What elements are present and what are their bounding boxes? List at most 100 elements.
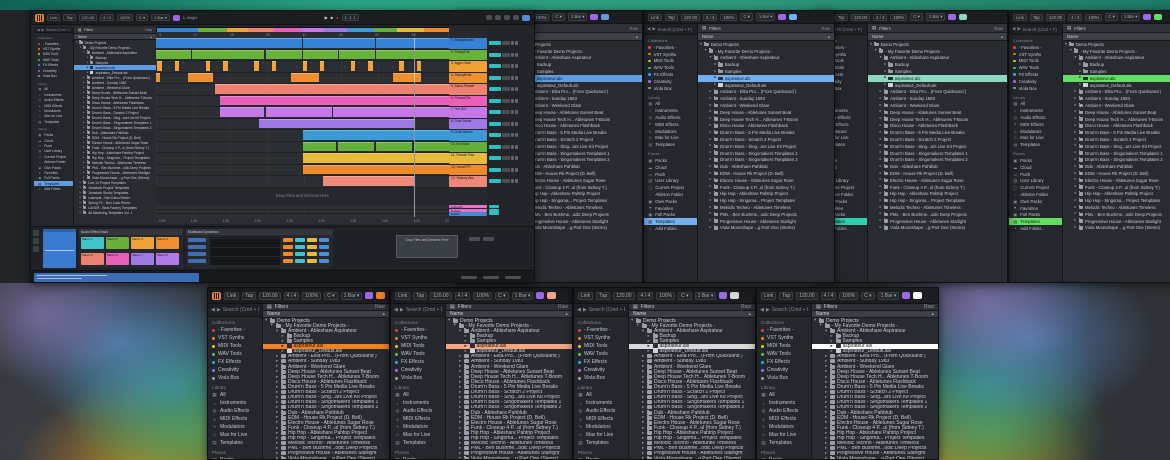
tree-item-file[interactable]: ▸aspirateur.als (1063, 75, 1170, 82)
quantize-selector[interactable]: 1 Bar ▾ (341, 292, 363, 300)
tree-item-folder[interactable]: ▸Hip Hop - Ableshare Pahtrip Project (1063, 191, 1170, 198)
device-value-chip[interactable] (283, 252, 293, 256)
chevron-right-icon[interactable]: ▸ (831, 344, 836, 349)
history-forward-icon[interactable]: ▶ (217, 307, 221, 313)
mixer-chip[interactable] (489, 99, 501, 103)
piano-roll-icon[interactable] (719, 292, 727, 299)
tree-item-folder[interactable]: ▸Drum'n Bass - 5 Pin Media Live Breaks (868, 129, 1007, 136)
tree-item-folder[interactable]: ▸Disco House - Abletunes Flashback (868, 123, 1007, 130)
sidebar-item-wav-tools[interactable]: WAV Tools (757, 350, 811, 358)
device-extra-chip[interactable] (483, 237, 494, 241)
sidebar-item-instruments[interactable]: ♪Instruments (391, 399, 445, 407)
sidebar-item--favorites-[interactable]: - Favorites - (757, 326, 811, 334)
tempo-field[interactable]: 120.00 (430, 292, 451, 300)
tree-item-folder[interactable]: ▸Ambient - Weekend Glare (698, 102, 834, 109)
mixer-chip[interactable] (511, 41, 514, 45)
search-input[interactable]: Search (Cmd + F) (223, 307, 259, 313)
sidebar-item-audio-effects[interactable]: ◎Audio Effects (574, 407, 628, 415)
chevron-right-icon[interactable]: ▸ (282, 344, 287, 349)
history-forward-icon[interactable]: ▶ (400, 307, 404, 313)
mixer-chip[interactable] (511, 179, 514, 183)
mixer-chip[interactable] (502, 145, 510, 149)
mixer-chip[interactable] (511, 64, 514, 68)
tree-item-folder[interactable]: ▸Backup (868, 61, 1007, 68)
sidebar-item-all[interactable]: ▦All (644, 101, 697, 108)
arrangement-clip[interactable] (266, 107, 332, 117)
track-header[interactable]: 6. PorousTim (449, 96, 487, 107)
arrangement-clip[interactable] (376, 50, 414, 60)
chevron-right-icon[interactable]: ▸ (465, 349, 470, 354)
quantize-selector[interactable]: 1 Bar ▾ (926, 13, 946, 21)
tree-item-folder[interactable]: ▸Hip Hop - Ableshare Pahtrip Project (698, 191, 834, 198)
mixer-chip[interactable] (515, 122, 518, 126)
piano-roll-icon[interactable] (1143, 14, 1150, 20)
tree-item-folder[interactable]: ▸Funk - Closeup 4 P...ul (from Sidney T.… (1063, 184, 1170, 191)
tree-item-folder[interactable]: ▸Drum'n Bass - 5 Pin Media Live Breaks (698, 129, 834, 136)
tree-item-folder[interactable]: ▸Viola Moonshape ...g Part One (Stems) (629, 456, 755, 460)
sidebar-item-cloud[interactable]: ☁Cloud (1009, 164, 1062, 171)
piano-roll-icon[interactable] (536, 292, 544, 299)
arrangement-clip[interactable] (376, 38, 449, 48)
tree-item-file[interactable]: ▸aspirateur.als (868, 75, 1007, 82)
track-header[interactable]: 8. Dust Swirls (449, 119, 487, 130)
mixer-chip[interactable] (502, 41, 510, 45)
tree-item-folder[interactable]: ▸Drum'n Bass - 5 Pin Media Live Breaks (1063, 129, 1170, 136)
tree-item-folder[interactable]: ▸Dub - Ableshare Pahblub (868, 163, 1007, 170)
chevron-down-icon[interactable]: ▾ (271, 323, 276, 328)
mixer-chip[interactable] (502, 156, 510, 160)
sidebar-item-modulators[interactable]: ∿Modulators (574, 423, 628, 431)
device-tab[interactable] (33, 238, 39, 244)
mixer-chip[interactable] (489, 156, 501, 160)
tempo-field[interactable]: 120.00 (681, 14, 700, 21)
sidebar-item-viola-box[interactable]: Viola Box (208, 374, 262, 382)
sidebar-item-midi-tools[interactable]: MIDI Tools (757, 342, 811, 350)
key-root-selector[interactable]: C ▾ (910, 13, 922, 21)
record-button[interactable]: ● (336, 15, 338, 20)
key-root-selector[interactable]: C ▾ (1105, 13, 1117, 21)
sidebar-item-templates[interactable]: ▤Templates (208, 439, 262, 447)
time-signature-field[interactable]: 4 / 4 (100, 14, 114, 21)
arrangement-clip[interactable] (220, 96, 413, 106)
mixer-chip[interactable] (502, 133, 510, 137)
tree-item-file[interactable]: ▸aspirateur_Default.als (868, 82, 1007, 89)
chevron-down-icon[interactable]: ▾ (820, 323, 825, 328)
arrangement-clip[interactable] (156, 73, 160, 83)
chevron-down-icon[interactable]: ▾ (454, 323, 459, 328)
arrangement-clip[interactable] (303, 61, 307, 71)
chevron-right-icon[interactable]: ▸ (648, 344, 653, 349)
time-signature-field[interactable]: 4 / 4 (703, 14, 717, 21)
drop-zone[interactable]: Drop Files and Devices Here (156, 193, 449, 198)
sidebar-item-modulators[interactable]: ∿Modulators (1009, 128, 1062, 135)
mixer-chip[interactable] (502, 99, 510, 103)
search-input[interactable]: Search (Cmd + F) (772, 307, 808, 313)
chevron-right-icon[interactable]: ▸ (831, 339, 836, 344)
tree-item-folder[interactable]: ▸Viola Moonshape ...g Part One (Stems) (698, 225, 834, 232)
history-forward-icon[interactable]: ▶ (766, 307, 770, 313)
quantize-selector[interactable]: 1 Bar ▾ (568, 13, 588, 21)
sidebar-item-current-project[interactable]: ▢Current Project (1009, 184, 1062, 191)
arrangement-clip[interactable] (259, 119, 414, 129)
mixer-chip[interactable] (502, 179, 510, 183)
sidebar-item-creativity[interactable]: Creativity (644, 78, 697, 85)
chevron-right-icon[interactable]: ▸ (282, 334, 287, 339)
sidebar-item-vst-synths[interactable]: VST Synths (644, 51, 697, 58)
sidebar-item-midi-effects[interactable]: ≡MIDI Effects (391, 415, 445, 423)
mixer-chip[interactable] (489, 168, 501, 172)
quantize-selector[interactable]: 1 Bar ▾ (512, 292, 534, 300)
arrangement-clip[interactable] (415, 107, 449, 117)
mixer-chip[interactable] (515, 179, 518, 183)
tree-item-folder[interactable]: ▸Drum'n Bass - Scratch 2 Project (698, 136, 834, 143)
mixer-chip[interactable] (511, 168, 514, 172)
key-root-selector[interactable]: C ▾ (495, 292, 509, 300)
device-value-chip[interactable] (283, 238, 293, 242)
search-bar[interactable]: ◀▶Search (Cmd + F) (757, 304, 811, 317)
mixer-chip[interactable] (515, 53, 518, 57)
tap-button[interactable]: Tap (242, 292, 256, 300)
sidebar-item-vst-synths[interactable]: VST Synths (574, 334, 628, 342)
name-column-header[interactable]: Name▴ (812, 311, 938, 318)
tree-item-folder[interactable]: ▸Drum'n Bass - Singomakers Templates 2 (1063, 157, 1170, 164)
name-column-header[interactable]: Name▴ (446, 311, 572, 318)
quantize-selector[interactable]: 1 Bar ▾ (1121, 13, 1141, 21)
device-input-chip[interactable] (188, 238, 206, 242)
automation-icon[interactable] (504, 15, 510, 20)
